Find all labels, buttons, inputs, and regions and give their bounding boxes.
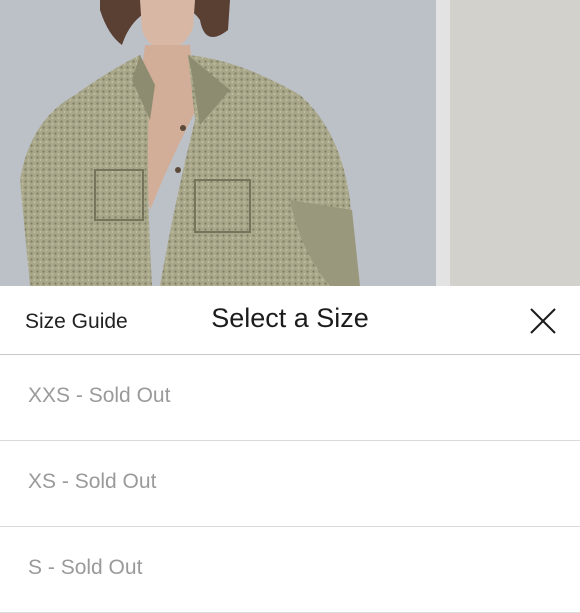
close-icon [530, 308, 556, 334]
size-separator: - [56, 470, 75, 493]
size-status: Sold Out [74, 470, 157, 493]
size-separator: - [42, 556, 61, 579]
sheet-title: Select a Size [211, 303, 369, 333]
sheet-header: Size Guide Select a Size [0, 286, 580, 355]
product-image-main[interactable] [0, 0, 436, 286]
product-image-carousel[interactable] [0, 0, 580, 286]
close-button[interactable] [526, 304, 560, 338]
size-selector-sheet: Size Guide Select a Size XXS - Sold Out … [0, 286, 580, 613]
size-status: Sold Out [60, 556, 143, 579]
product-photo [0, 0, 436, 286]
size-option-xs[interactable]: XS - Sold Out [0, 441, 580, 527]
size-status: Sold Out [88, 384, 171, 407]
image-divider [436, 0, 450, 286]
size-name: XXS [28, 384, 71, 407]
product-image-next[interactable] [450, 0, 580, 286]
size-name: XS [28, 470, 57, 493]
size-option-s[interactable]: S - Sold Out [0, 527, 580, 613]
size-option-label: S - Sold Out [28, 556, 142, 580]
size-separator: - [70, 384, 89, 407]
size-option-label: XXS - Sold Out [28, 384, 170, 408]
size-option-label: XS - Sold Out [28, 470, 156, 494]
size-option-xxs[interactable]: XXS - Sold Out [0, 355, 580, 441]
size-name: S [28, 556, 43, 579]
